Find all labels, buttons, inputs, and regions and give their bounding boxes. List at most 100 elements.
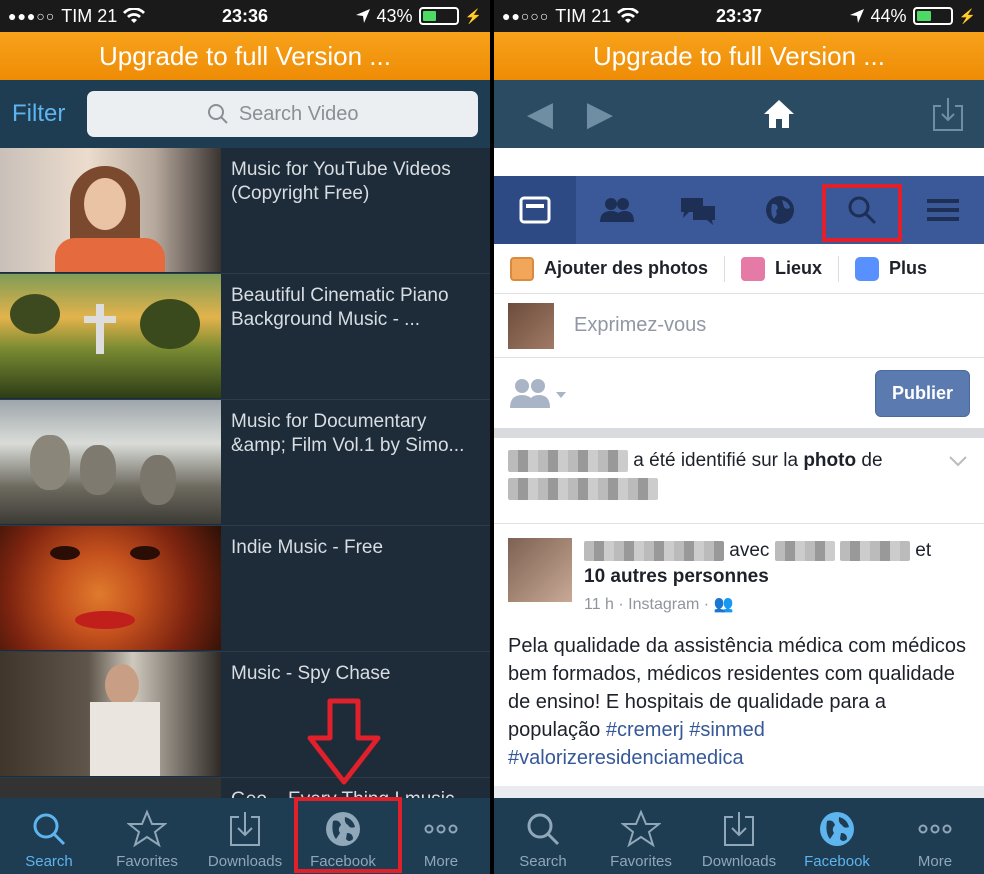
battery-icon	[418, 7, 459, 25]
video-item[interactable]: Music for YouTube Videos (Copyright Free…	[0, 148, 490, 274]
post-meta: 11 h · Instagram · 👥	[584, 594, 931, 614]
divider	[838, 255, 840, 282]
blurred-name	[839, 540, 910, 561]
back-arrow-icon[interactable]: ◀	[510, 94, 570, 134]
tab-search[interactable]: Search	[494, 798, 592, 874]
places-button[interactable]: Lieux	[741, 256, 823, 281]
messages-icon[interactable]	[657, 176, 739, 244]
photo-icon	[510, 256, 534, 281]
divider	[724, 255, 726, 282]
filter-bar: Filter Search Video	[0, 80, 490, 148]
video-title: Music for YouTube Videos (Copyright Free…	[231, 159, 451, 204]
post-time-source: 11 h · Instagram ·	[584, 596, 710, 613]
blurred-name	[508, 478, 658, 501]
blurred-name	[774, 540, 835, 561]
status-composer-input[interactable]: Exprimez-vous	[494, 294, 984, 358]
download-icon	[724, 812, 754, 846]
hashtag[interactable]: #sinmed	[689, 719, 765, 741]
video-title: Music for Documentary &amp; Film Vol.1 b…	[231, 411, 465, 456]
feed-separator	[494, 428, 984, 438]
video-thumbnail	[0, 526, 221, 650]
more-icon	[918, 824, 952, 834]
tab-label: More	[423, 853, 459, 870]
tag-notice-bold: photo	[803, 450, 857, 472]
add-photos-label: Ajouter des photos	[544, 258, 709, 278]
tag-notice-text: a été identifié sur la	[633, 450, 799, 472]
search-input[interactable]: Search Video	[87, 91, 478, 137]
signal-icon: ●●○○○	[502, 8, 550, 24]
upgrade-banner[interactable]: Upgrade to full Version ...	[0, 32, 490, 80]
tab-favorites[interactable]: Favorites	[592, 798, 690, 874]
location-arrow-icon	[849, 9, 864, 23]
smiley-icon	[855, 256, 880, 281]
tab-bar: Search Favorites Downloads Facebook More	[494, 798, 984, 874]
composer-placeholder: Exprimez-vous	[574, 314, 707, 336]
tab-favorites[interactable]: Favorites	[98, 798, 196, 874]
tab-more[interactable]: More	[392, 798, 490, 874]
battery-percent: 44%	[870, 5, 907, 26]
more-button[interactable]: Plus	[855, 256, 928, 281]
charging-icon: ⚡	[464, 7, 482, 24]
left-screen: ●●●○○ TIM 21 23:36 43% ⚡ Upgrade to full…	[0, 0, 490, 874]
browser-toolbar: ◀ ▶	[494, 80, 984, 148]
tag-notice[interactable]: a été identifié sur la photo de	[494, 438, 984, 524]
others-link[interactable]: 10 autres personnes	[584, 566, 769, 587]
star-icon	[127, 809, 167, 848]
save-download-icon[interactable]	[928, 96, 968, 132]
status-bar: ●●○○○ TIM 21 23:37 44% ⚡	[494, 0, 984, 32]
hamburger-menu-icon[interactable]	[902, 176, 984, 244]
tag-notice-suffix: de	[861, 450, 883, 472]
wifi-icon	[617, 8, 640, 23]
tab-label: More	[917, 853, 953, 870]
location-arrow-icon	[355, 9, 370, 23]
post-text: Pela qualidade da assistência médica com…	[508, 632, 970, 772]
tab-label: Search	[25, 853, 73, 870]
location-pin-icon	[741, 256, 766, 281]
with-text: avec	[729, 540, 770, 561]
avatar	[508, 302, 554, 349]
video-item[interactable]: Indie Music - Free	[0, 526, 490, 652]
composer-footer: Publier	[494, 358, 984, 428]
more-icon	[424, 824, 458, 834]
star-icon	[621, 809, 661, 848]
more-label: Plus	[889, 258, 928, 278]
forward-arrow-icon[interactable]: ▶	[570, 94, 630, 134]
friend-requests-icon[interactable]	[576, 176, 658, 244]
tab-downloads[interactable]: Downloads	[690, 798, 788, 874]
video-item[interactable]: Music for Documentary &amp; Film Vol.1 b…	[0, 400, 490, 526]
search-icon	[33, 813, 66, 846]
blurred-name	[508, 450, 628, 472]
avatar[interactable]	[508, 538, 572, 602]
search-icon	[527, 813, 560, 846]
download-icon	[230, 812, 260, 846]
places-label: Lieux	[775, 258, 823, 278]
red-highlight-box	[822, 184, 902, 242]
battery-percent: 43%	[376, 5, 413, 26]
home-icon[interactable]	[762, 98, 796, 130]
video-item[interactable]: Music - Spy Chase	[0, 652, 490, 778]
publish-button[interactable]: Publier	[874, 369, 970, 417]
status-bar: ●●●○○ TIM 21 23:36 43% ⚡	[0, 0, 490, 32]
tab-facebook[interactable]: Facebook	[788, 798, 886, 874]
search-icon	[207, 104, 228, 124]
carrier-label: TIM 21	[555, 5, 612, 26]
feed-post: avec et 10 autres personnes 11 h · Insta…	[494, 524, 984, 786]
tab-label: Facebook	[804, 853, 870, 870]
hashtag[interactable]: #valorizeresidenciamedica	[508, 747, 744, 769]
video-list: Music for YouTube Videos (Copyright Free…	[0, 148, 490, 800]
notifications-globe-icon[interactable]	[739, 176, 821, 244]
audience-selector-icon[interactable]	[508, 376, 568, 410]
video-item[interactable]: Beautiful Cinematic Piano Background Mus…	[0, 274, 490, 400]
tab-search[interactable]: Search	[0, 798, 98, 874]
upgrade-banner[interactable]: Upgrade to full Version ...	[494, 32, 984, 80]
hashtag[interactable]: #cremerj	[606, 719, 684, 741]
video-item[interactable]: Geo... Every Thing I music	[0, 778, 490, 800]
chevron-down-icon[interactable]	[948, 454, 968, 468]
tab-downloads[interactable]: Downloads	[196, 798, 294, 874]
tab-more[interactable]: More	[886, 798, 984, 874]
news-feed-icon[interactable]	[494, 176, 576, 244]
video-thumbnail	[0, 274, 221, 398]
composer: Ajouter des photos Lieux Plus Exprimez-v…	[494, 244, 984, 428]
add-photos-button[interactable]: Ajouter des photos	[510, 256, 709, 281]
filter-button[interactable]: Filter	[12, 100, 65, 128]
